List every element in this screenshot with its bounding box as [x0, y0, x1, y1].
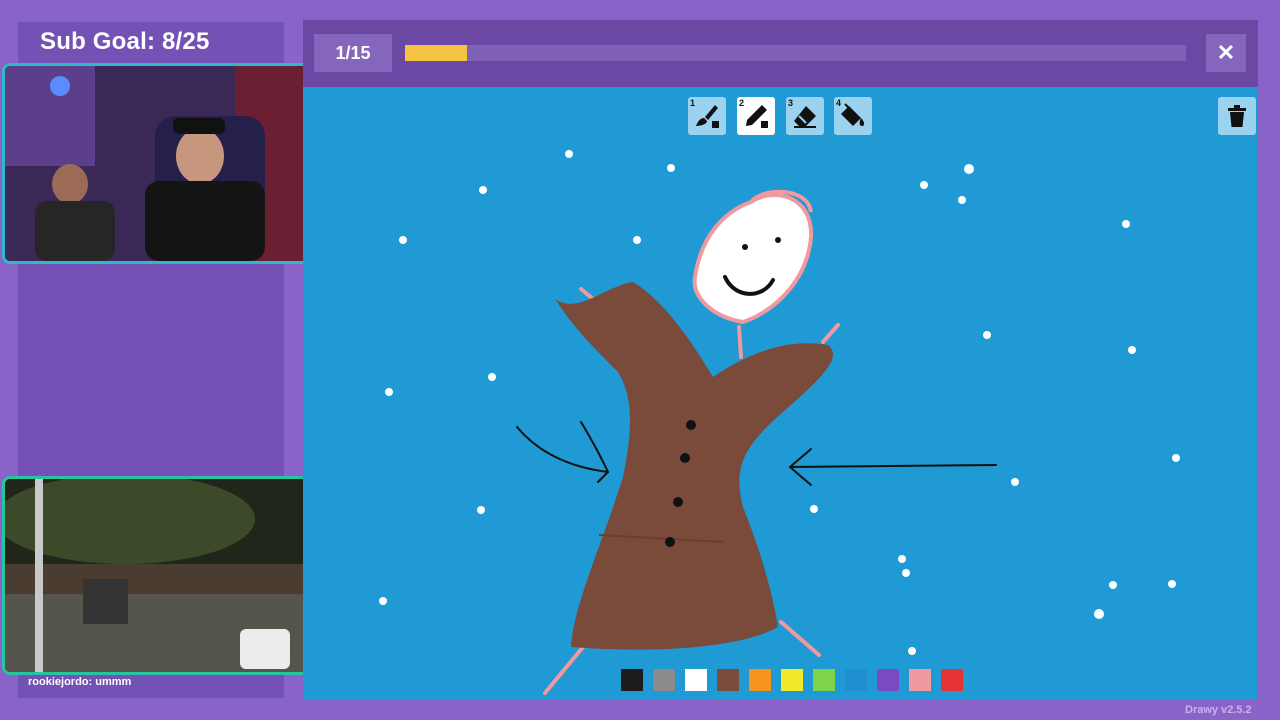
sub-goal-counter: Sub Goal: 8/25: [40, 28, 210, 55]
clear-canvas-button[interactable]: [1218, 97, 1256, 135]
drawing-artwork: [379, 150, 1180, 695]
color-swatch[interactable]: [621, 669, 643, 691]
color-swatch[interactable]: [813, 669, 835, 691]
color-swatch[interactable]: [845, 669, 867, 691]
trash-icon: [1228, 105, 1246, 127]
color-swatch[interactable]: [909, 669, 931, 691]
color-swatch[interactable]: [653, 669, 675, 691]
pencil-icon: [746, 105, 768, 128]
eraser-tool-button[interactable]: 3: [786, 97, 824, 135]
color-swatch[interactable]: [717, 669, 739, 691]
round-counter: 1/15: [314, 34, 392, 72]
brush-icon: [696, 105, 719, 128]
brush-tool-button[interactable]: 1: [688, 97, 726, 135]
color-swatch[interactable]: [685, 669, 707, 691]
round-progress-bar: [405, 45, 1186, 61]
round-progress-fill: [405, 45, 468, 61]
color-swatch[interactable]: [749, 669, 771, 691]
color-swatch[interactable]: [941, 669, 963, 691]
eraser-icon: [794, 106, 816, 128]
fill-tool-button[interactable]: 4: [834, 97, 872, 135]
fill-bucket-icon: [841, 103, 865, 126]
pencil-tool-button[interactable]: 2: [737, 97, 775, 135]
chat-message: rookiejordo: ummm: [28, 676, 132, 688]
version-label: Drawy v2.5.2: [1185, 704, 1252, 716]
color-swatch[interactable]: [781, 669, 803, 691]
close-button[interactable]: ✕: [1206, 34, 1246, 72]
color-swatch[interactable]: [877, 669, 899, 691]
